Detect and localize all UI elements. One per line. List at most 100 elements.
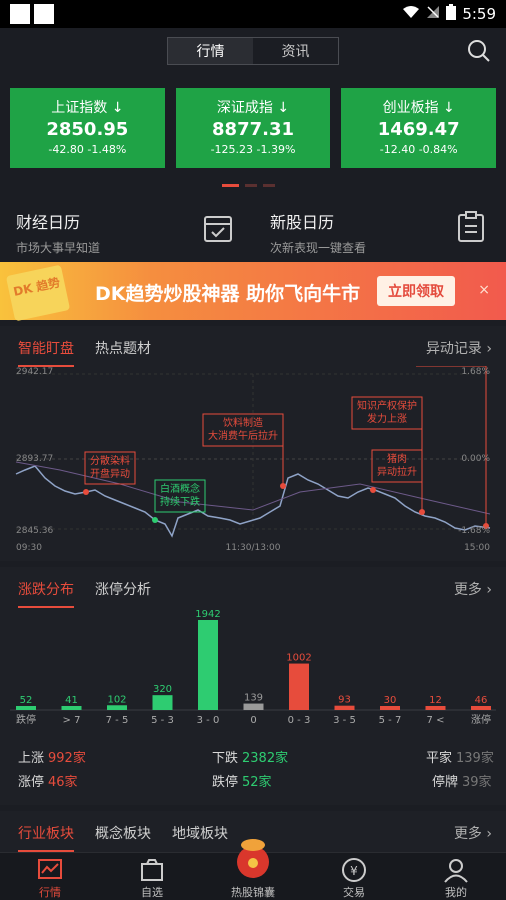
notification-icon <box>34 4 54 24</box>
index-value: 8877.31 <box>212 119 294 140</box>
pct-label-top: 1.68% <box>461 367 490 377</box>
index-change: -125.23 <box>210 143 254 156</box>
dist-bar-value: 12 <box>429 695 442 706</box>
dist-bar <box>107 705 127 710</box>
tab-concept[interactable]: 概念板块 <box>95 823 151 843</box>
tab-limit-up-analysis[interactable]: 涨停分析 <box>95 579 151 599</box>
ipo-calendar-title: 新股日历 <box>270 213 335 232</box>
close-icon[interactable]: × <box>478 282 490 298</box>
dist-bar <box>425 706 446 710</box>
anomaly-record-link[interactable]: 异动记录 › <box>426 338 492 358</box>
index-card-sz[interactable]: 深证成指 ↓ 8877.31 -125.23 -1.39% <box>175 88 331 168</box>
top-segment: 行情 资讯 <box>167 37 339 65</box>
dist-category-label: > 7 <box>63 715 81 726</box>
nav-watchlist[interactable]: 自选 <box>107 853 197 899</box>
search-icon[interactable] <box>466 38 492 64</box>
index-card-sh[interactable]: 上证指数 ↓ 2850.95 -42.80 -1.48% <box>10 88 165 168</box>
limit-down-count: 52家 <box>242 775 272 790</box>
dist-more-link[interactable]: 更多 › <box>454 579 492 599</box>
index-pct: -0.84% <box>418 143 458 156</box>
dist-bar <box>243 703 264 710</box>
up-label: 上涨 <box>18 751 45 766</box>
chart-icon <box>38 859 62 879</box>
dist-bar <box>289 663 309 710</box>
dist-bar <box>380 706 400 710</box>
nav-hot-tips[interactable]: 热股锦囊 <box>208 839 298 899</box>
dist-bar-value: 1942 <box>195 609 220 620</box>
index-value: 2850.95 <box>46 119 129 140</box>
up-count: 992家 <box>48 751 86 766</box>
index-name: 创业板指 <box>382 100 439 116</box>
pct-label-bot: -1.68% <box>458 526 490 536</box>
annotation-3[interactable]: 饮料制造 大消费午后拉升 <box>202 413 286 489</box>
annotation-5[interactable]: 猪肉 异动拉升 <box>370 449 423 493</box>
svg-text:持续下跌: 持续下跌 <box>160 495 200 508</box>
tab-hot-topics[interactable]: 热点题材 <box>95 338 151 358</box>
dist-bar-value: 102 <box>107 694 126 705</box>
y-label-top: 2942.17 <box>16 367 53 377</box>
limit-up-count: 46家 <box>48 775 78 790</box>
down-arrow-icon: ↓ <box>277 100 290 116</box>
tab-up-down-dist[interactable]: 涨跌分布 <box>18 579 74 608</box>
limit-up-label: 涨停 <box>18 775 45 790</box>
svg-text:大消费午后拉升: 大消费午后拉升 <box>208 429 278 442</box>
dist-bar-value: 139 <box>244 693 263 704</box>
svg-text:白酒概念: 白酒概念 <box>160 482 200 495</box>
finance-calendar[interactable]: 财经日历 市场大事早知道 <box>16 209 100 256</box>
tab-news[interactable]: 资讯 <box>253 38 338 64</box>
svg-text:发力上涨: 发力上涨 <box>367 412 407 425</box>
dist-bar-value: 41 <box>65 695 78 706</box>
nav-market[interactable]: 行情 <box>5 853 95 899</box>
ipo-calendar[interactable]: 新股日历 次新表现一键查看 <box>270 209 366 256</box>
dist-bar <box>61 706 82 710</box>
svg-text:开盘异动: 开盘异动 <box>90 467 130 480</box>
dist-category-label: 0 - 3 <box>288 715 311 726</box>
halt-label: 停牌 <box>432 775 459 790</box>
annotation-2[interactable]: 白酒概念 持续下跌 <box>152 479 206 523</box>
tab-region[interactable]: 地域板块 <box>172 823 228 843</box>
index-cards: 上证指数 ↓ 2850.95 -42.80 -1.48% 深证成指 ↓ 8877… <box>10 88 497 168</box>
svg-text:知识产权保护: 知识产权保护 <box>357 399 417 412</box>
y-label-bot: 2845.36 <box>16 526 53 536</box>
tab-market[interactable]: 行情 <box>168 38 253 64</box>
svg-text:¥: ¥ <box>350 864 358 878</box>
sector-more-link[interactable]: 更多 › <box>454 823 492 843</box>
down-arrow-icon: ↓ <box>111 100 124 116</box>
monitor-panel: 智能盯盘 热点题材 异动记录 › 分散染料 开盘异动 白酒概念 持续下跌 饮料制… <box>0 326 506 561</box>
clipboard-icon <box>457 211 485 247</box>
intraday-chart: 分散染料 开盘异动 白酒概念 持续下跌 饮料制造 大消费午后拉升 知识产权保护 … <box>15 366 490 553</box>
briefcase-icon <box>141 859 163 881</box>
index-name: 上证指数 <box>51 100 108 116</box>
calendar-icon <box>203 213 233 247</box>
carousel-dots <box>222 184 275 187</box>
finance-calendar-sub: 市场大事早知道 <box>16 241 101 255</box>
dist-bar <box>471 706 491 710</box>
dist-bar-value: 1002 <box>286 653 311 664</box>
lucky-bag-icon <box>237 839 269 878</box>
banner-text: DK趋势炒股神器 助你飞向牛市 <box>95 283 361 305</box>
nav-trade[interactable]: ¥ 交易 <box>309 853 399 899</box>
status-bar: 5:59 <box>0 0 506 28</box>
flat-label: 平家 <box>426 751 453 766</box>
dist-bar-value: 46 <box>475 695 488 706</box>
index-card-cy[interactable]: 创业板指 ↓ 1469.47 -12.40 -0.84% <box>341 88 497 168</box>
dist-category-label: 7 < <box>427 715 445 726</box>
dist-category-label: 3 - 0 <box>197 715 220 726</box>
distribution-chart: 52 跌停 41 > 7 102 7 - 5 320 5 - 3 1942 3 - 0 139 0 10… <box>10 609 496 726</box>
dist-category-label: 3 - 5 <box>333 715 356 726</box>
annotation-1[interactable]: 分散染料 开盘异动 <box>83 451 136 495</box>
nav-me[interactable]: 我的 <box>411 853 501 899</box>
clock: 5:59 <box>462 5 496 23</box>
index-value: 1469.47 <box>377 119 460 140</box>
claim-button[interactable]: 立即领取 <box>377 276 455 306</box>
promo-banner[interactable]: DK 趋势 DK趋势炒股神器 助你飞向牛市 立即领取 × <box>0 262 506 322</box>
tab-smart-monitor[interactable]: 智能盯盘 <box>18 338 74 367</box>
tab-industry[interactable]: 行业板块 <box>18 823 74 852</box>
top-bar: 行情 资讯 <box>0 28 506 74</box>
dist-bar-value: 93 <box>338 695 351 706</box>
halt-count: 39家 <box>462 775 492 790</box>
dist-bar-value: 30 <box>384 695 397 706</box>
index-pct: -1.39% <box>256 143 296 156</box>
index-change: -42.80 <box>48 143 84 156</box>
dist-bar-value: 320 <box>153 684 172 695</box>
